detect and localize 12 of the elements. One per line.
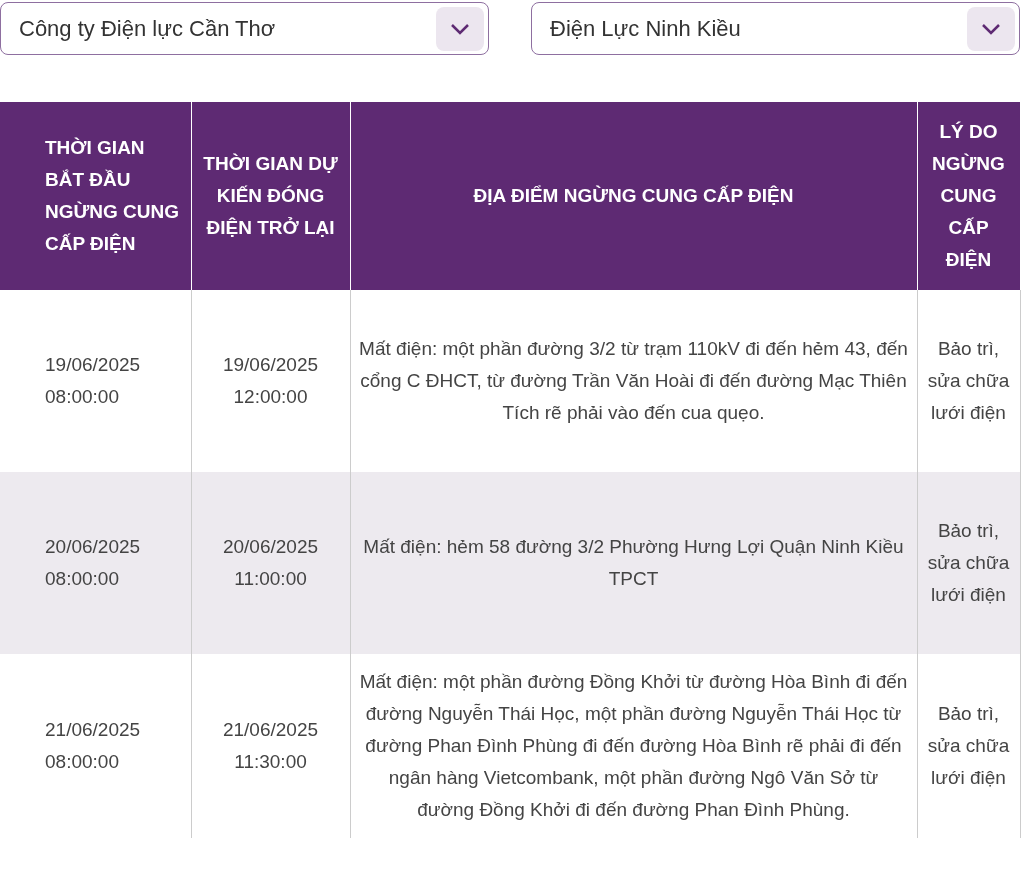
column-header: ĐỊA ĐIỂM NGỪNG CUNG CẤP ĐIỆN	[350, 102, 917, 290]
table-cell: 21/06/2025 11:30:00	[191, 654, 350, 838]
column-header: LÝ DO NGỪNG CUNG CẤP ĐIỆN	[917, 102, 1020, 290]
dropdown-select[interactable]: Điện Lực Ninh Kiều	[531, 2, 1020, 55]
column-header: THỜI GIAN DỰ KIẾN ĐÓNG ĐIỆN TRỞ LẠI	[191, 102, 350, 290]
column-header: THỜI GIAN BẮT ĐẦU NGỪNG CUNG CẤP ĐIỆN	[0, 102, 191, 290]
table-cell: 21/06/2025 08:00:00	[0, 654, 191, 838]
dropdown-select[interactable]: Công ty Điện lực Cần Thơ	[0, 2, 489, 55]
table-cell: Bảo trì, sửa chữa lưới điện	[917, 654, 1020, 838]
chevron-down-icon	[436, 6, 484, 51]
table-cell: Mất điện: một phần đường Đồng Khởi từ đường Hòa Bình đi đến đường Nguyễn Thái Học, một phần đường Nguyễn Thái Học từ đường Phan Đình Phùng đi đến đường Hòa Bình rẽ phải đi đến ngân hàng Vietcombank, một phần đường Ngô Văn Sở từ đường Đồng Khởi đi đến đường Phan Đình Phùng.	[350, 654, 917, 838]
chevron-down-icon	[967, 6, 1015, 51]
